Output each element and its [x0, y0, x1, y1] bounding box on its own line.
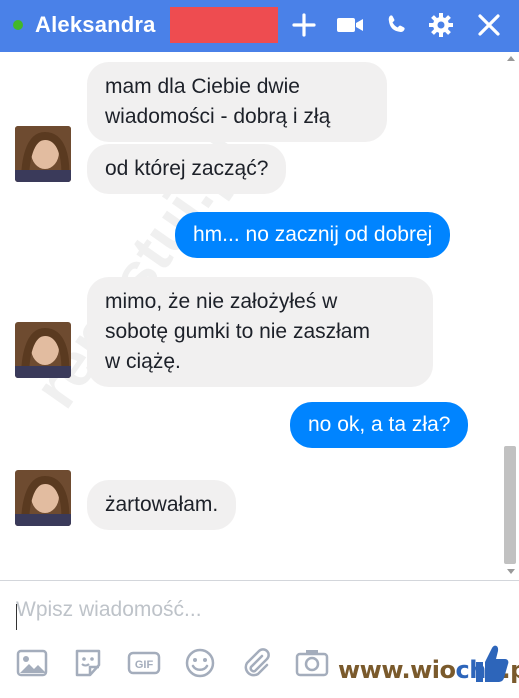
- video-call-icon[interactable]: [335, 10, 365, 40]
- message-text-line: mam dla Ciebie dwie: [105, 75, 300, 98]
- plus-icon[interactable]: [289, 10, 319, 40]
- contact-avatar[interactable]: [15, 322, 71, 378]
- contact-avatar[interactable]: [15, 470, 71, 526]
- message-bubble-incoming[interactable]: żartowałam.: [87, 480, 237, 530]
- contact-name[interactable]: Aleksandra: [35, 12, 156, 38]
- online-status-dot: [13, 20, 23, 30]
- redacted-surname: [170, 7, 278, 43]
- composer-divider: [0, 580, 519, 581]
- chat-header: Aleksandra: [0, 0, 519, 52]
- emoji-icon[interactable]: [182, 645, 218, 681]
- sticker-icon[interactable]: [70, 645, 106, 681]
- message-bubble-outgoing[interactable]: hm... no zacznij od dobrej: [175, 212, 451, 258]
- message-bubble-incoming[interactable]: mimo, że nie założyłeś w sobotę gumki to…: [87, 277, 433, 387]
- gear-icon[interactable]: [426, 10, 456, 40]
- image-icon[interactable]: [14, 645, 50, 681]
- message-text-line: w ciążę.: [105, 350, 181, 373]
- message-text-line: żartowałam.: [105, 493, 219, 516]
- message-text-line: mimo, że nie założyłeś w: [105, 290, 338, 313]
- message-input[interactable]: Wpisz wiadomość...: [16, 598, 202, 622]
- message-text-line: sobotę gumki to nie zaszłam: [105, 320, 370, 343]
- message-bubble-incoming[interactable]: mam dla Ciebie dwie wiadomości - dobrą i…: [87, 62, 387, 142]
- scroll-up-arrow-icon[interactable]: [507, 56, 515, 61]
- text-caret: [16, 604, 17, 630]
- thumbs-up-logo-icon: [470, 640, 510, 691]
- message-bubble-outgoing[interactable]: no ok, a ta zła?: [290, 402, 469, 448]
- message-text-line: hm... no zacznij od dobrej: [193, 223, 433, 246]
- gif-icon[interactable]: GIF: [126, 645, 162, 681]
- svg-text:GIF: GIF: [135, 659, 154, 671]
- scrollbar-thumb[interactable]: [504, 446, 516, 564]
- message-bubble-incoming[interactable]: od której zacząć?: [87, 144, 287, 194]
- message-text-line: no ok, a ta zła?: [308, 413, 451, 436]
- phone-icon[interactable]: [381, 10, 411, 40]
- contact-avatar[interactable]: [15, 126, 71, 182]
- attachment-icon[interactable]: [238, 645, 274, 681]
- close-icon[interactable]: [474, 10, 504, 40]
- message-text-line: wiadomości - dobrą i złą: [105, 105, 331, 128]
- brand-text-main: www.wio: [338, 656, 456, 684]
- camera-icon[interactable]: [294, 645, 330, 681]
- scroll-down-arrow-icon[interactable]: [507, 569, 515, 574]
- message-text-line: od której zacząć?: [105, 157, 269, 180]
